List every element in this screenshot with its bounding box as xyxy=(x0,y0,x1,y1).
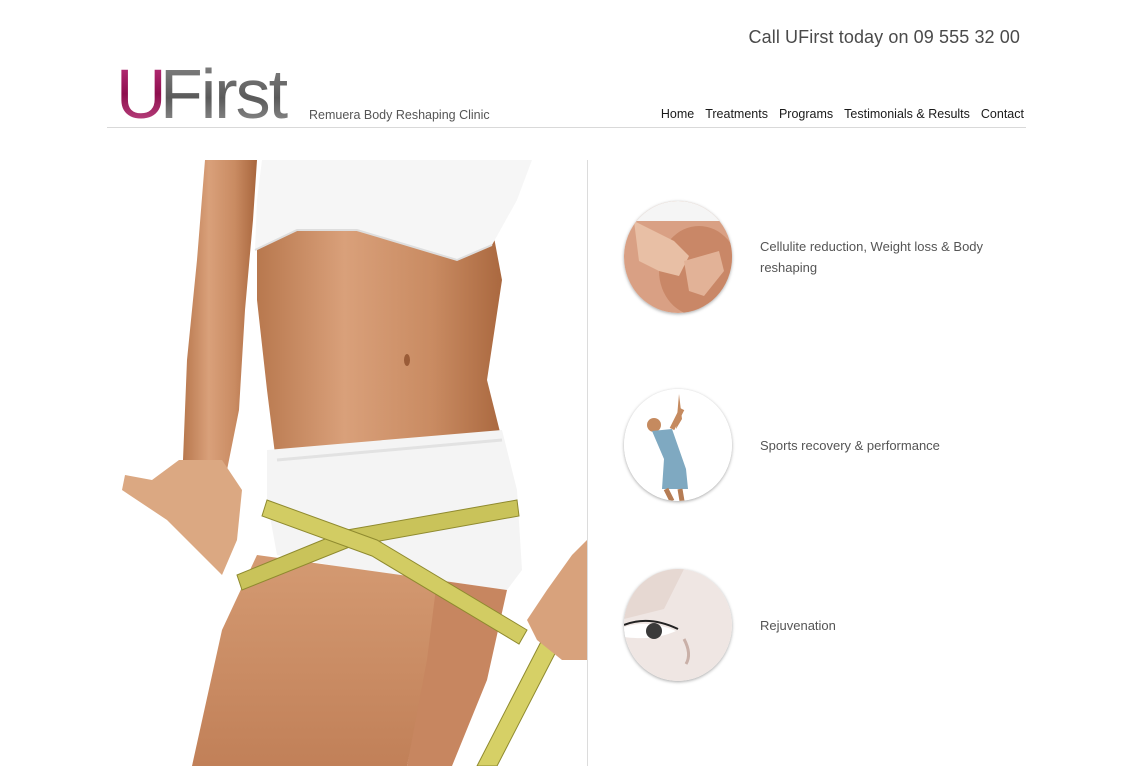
nav-treatments[interactable]: Treatments xyxy=(705,107,768,121)
nav-contact[interactable]: Contact xyxy=(981,107,1024,121)
nav-testimonials-results[interactable]: Testimonials & Results xyxy=(844,107,970,121)
hands-on-hip-icon xyxy=(624,201,732,313)
ufirst-logo[interactable]: U First xyxy=(116,56,301,122)
service-label: Rejuvenation xyxy=(760,617,836,633)
waist-measuring-photo xyxy=(122,160,587,766)
main-nav: Home Treatments Programs Testimonials & … xyxy=(661,107,1024,121)
service-label: Sports recovery & performance xyxy=(760,437,940,453)
nav-home[interactable]: Home xyxy=(661,107,694,121)
content-divider xyxy=(587,160,588,766)
tennis-player-icon xyxy=(624,389,732,501)
eye-closeup-icon xyxy=(624,569,732,681)
service-label: Cellulite reduction, Weight loss & Body … xyxy=(760,239,984,275)
hero-image xyxy=(107,160,587,766)
phone-callout: Call UFirst today on 09 555 32 00 xyxy=(748,27,1020,47)
logo-letter-u: U xyxy=(116,56,167,122)
service-rejuvenation[interactable]: Rejuvenation xyxy=(624,569,1010,681)
service-sports[interactable]: Sports recovery & performance xyxy=(624,389,1010,501)
nav-programs[interactable]: Programs xyxy=(779,107,833,121)
logo-letters-first: First xyxy=(160,56,288,122)
tagline: Remuera Body Reshaping Clinic xyxy=(309,108,490,122)
header-divider xyxy=(107,127,1026,128)
service-cellulite[interactable]: Cellulite reduction, Weight loss & Body … xyxy=(624,201,1010,313)
